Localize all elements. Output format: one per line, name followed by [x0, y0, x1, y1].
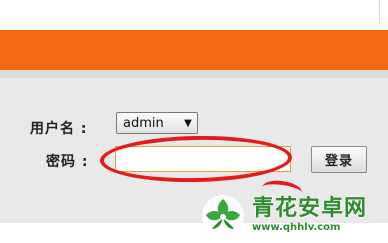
- watermark-title: 青花安卓网: [252, 196, 368, 221]
- window-edge: [379, 0, 380, 22]
- watermark: 青花安卓网 www.qhhlv.com: [200, 188, 388, 243]
- header-bar: [0, 30, 388, 70]
- username-select[interactable]: admin ▼: [116, 112, 198, 134]
- header-divider: [0, 70, 388, 78]
- password-label: 密码 :: [46, 154, 89, 170]
- login-button[interactable]: 登录: [311, 146, 367, 173]
- leaf-logo-icon: [202, 194, 244, 237]
- password-input[interactable]: [115, 146, 291, 172]
- username-label: 用户名 :: [30, 121, 88, 137]
- top-area: [0, 0, 388, 28]
- username-select-value: admin: [123, 115, 164, 131]
- watermark-url: www.qhhlv.com: [252, 222, 341, 233]
- chevron-down-icon: ▼: [184, 117, 192, 129]
